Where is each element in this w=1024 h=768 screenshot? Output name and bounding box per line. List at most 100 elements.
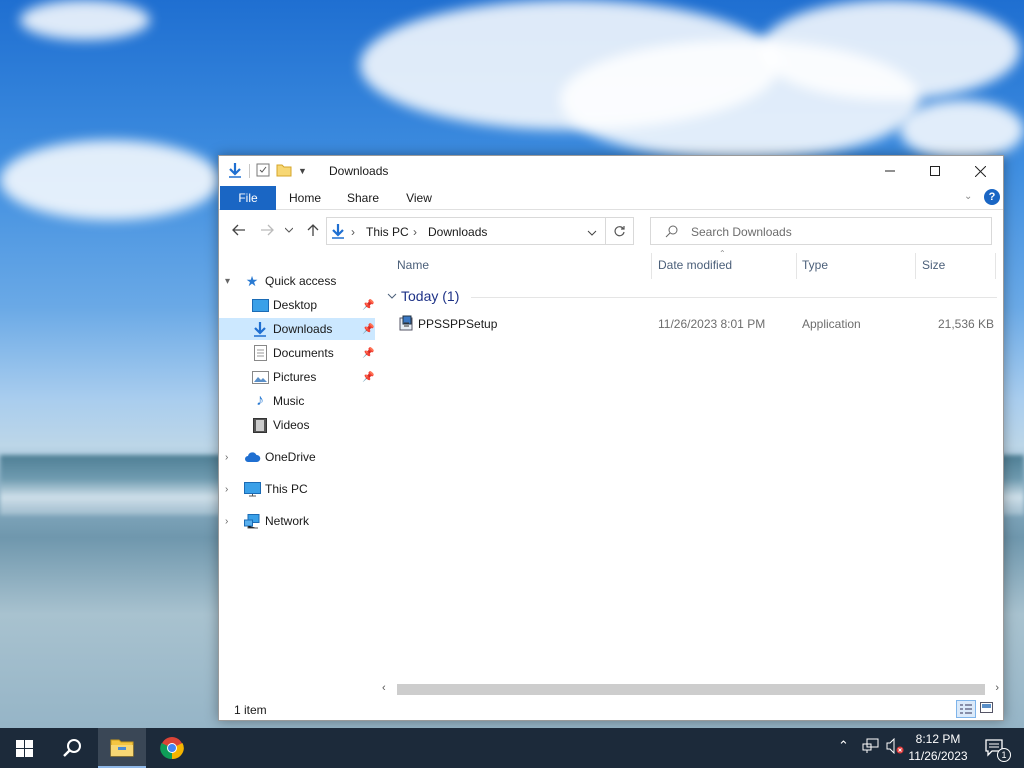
new-folder-icon[interactable] xyxy=(276,163,292,180)
network-tray-icon[interactable] xyxy=(862,738,879,757)
recent-locations-button[interactable] xyxy=(282,220,296,240)
file-explorer-window: ▼ Downloads File Home Share View ⌄ ? › T… xyxy=(218,155,1004,721)
music-icon: ♪ xyxy=(256,392,264,409)
horizontal-scrollbar[interactable]: ‹ › xyxy=(379,681,1003,698)
ribbon-tabs: File Home Share View ⌄ ? xyxy=(219,186,1003,210)
computer-icon xyxy=(243,481,261,497)
file-explorer-taskbar-button[interactable] xyxy=(98,728,146,768)
properties-icon[interactable] xyxy=(256,163,270,180)
file-date: 11/26/2023 8:01 PM xyxy=(658,317,766,331)
chevron-right-icon[interactable]: › xyxy=(225,516,228,527)
sidebar-item-label: Quick access xyxy=(265,274,337,288)
tab-share[interactable]: Share xyxy=(341,186,385,210)
column-header-type[interactable]: Type xyxy=(802,249,828,281)
sidebar-item-music[interactable]: ♪ Music xyxy=(219,390,375,412)
pin-icon[interactable]: 📌 xyxy=(362,300,374,311)
sidebar-item-onedrive[interactable]: › OneDrive xyxy=(219,446,375,468)
group-header[interactable]: Today (1) xyxy=(385,287,997,307)
minimize-button[interactable] xyxy=(867,156,913,186)
sidebar-item-videos[interactable]: Videos xyxy=(219,414,375,436)
maximize-button[interactable] xyxy=(912,156,958,186)
back-button[interactable] xyxy=(229,220,249,240)
column-separator[interactable] xyxy=(915,253,916,279)
column-separator[interactable] xyxy=(995,253,996,279)
download-arrow-icon[interactable] xyxy=(227,162,243,181)
table-row[interactable]: PPSSPPSetup 11/26/2023 8:01 PM Applicati… xyxy=(385,313,997,335)
scrollbar-thumb[interactable] xyxy=(397,684,985,695)
file-name: PPSSPPSetup xyxy=(418,317,498,331)
column-separator[interactable] xyxy=(651,253,652,279)
ribbon-expand-icon[interactable]: ⌄ xyxy=(964,191,972,202)
start-button[interactable] xyxy=(0,728,48,768)
group-label: Today (1) xyxy=(401,288,460,304)
sidebar-item-network[interactable]: › Network xyxy=(219,510,375,532)
cloud-icon xyxy=(243,449,261,465)
column-header-size[interactable]: Size xyxy=(922,249,945,281)
pin-icon[interactable]: 📌 xyxy=(362,372,374,383)
qat-dropdown-icon[interactable]: ▼ xyxy=(298,166,307,176)
sidebar-item-label: Desktop xyxy=(273,298,318,312)
sidebar-item-downloads[interactable]: Downloads 📌 xyxy=(219,318,375,340)
tab-file[interactable]: File xyxy=(220,186,276,210)
videos-icon xyxy=(251,417,269,433)
column-header-name[interactable]: Name xyxy=(397,249,429,281)
sidebar-item-documents[interactable]: Documents 📌 xyxy=(219,342,375,364)
sidebar-item-desktop[interactable]: Desktop 📌 xyxy=(219,294,375,316)
tab-home[interactable]: Home xyxy=(283,186,327,210)
chevron-right-icon[interactable]: › xyxy=(225,484,228,495)
group-divider xyxy=(471,297,997,298)
documents-icon xyxy=(251,345,269,361)
search-button[interactable] xyxy=(48,728,96,768)
breadcrumb-this-pc[interactable]: This PC xyxy=(366,225,409,239)
column-separator[interactable] xyxy=(796,253,797,279)
sidebar-item-label: Network xyxy=(265,514,310,528)
show-hidden-icons-icon[interactable]: ⌃ xyxy=(838,738,849,754)
desktop-icon xyxy=(251,297,269,313)
clock[interactable]: 8:12 PM 11/26/2023 xyxy=(900,731,976,765)
qat-separator xyxy=(249,164,250,178)
chevron-right-icon[interactable]: › xyxy=(225,452,228,463)
help-icon[interactable]: ? xyxy=(984,189,1000,205)
breadcrumb-separator-icon[interactable]: › xyxy=(413,225,417,239)
quick-access-toolbar: ▼ xyxy=(227,162,307,180)
breadcrumb-downloads[interactable]: Downloads xyxy=(428,225,487,239)
window-title: Downloads xyxy=(329,164,389,178)
close-button[interactable] xyxy=(957,156,1003,186)
search-input[interactable]: Search Downloads xyxy=(691,225,792,239)
chrome-taskbar-button[interactable] xyxy=(148,728,196,768)
up-button[interactable] xyxy=(303,220,323,240)
search-box[interactable]: Search Downloads xyxy=(650,217,992,245)
sort-indicator-icon: ⌃ xyxy=(719,249,726,258)
clock-date: 11/26/2023 xyxy=(908,749,968,763)
sidebar-item-label: Downloads xyxy=(273,322,333,336)
chevron-down-icon[interactable]: ▾ xyxy=(225,276,230,287)
sidebar-item-label: Documents xyxy=(273,346,334,360)
title-bar: ▼ Downloads xyxy=(219,156,1003,186)
network-icon xyxy=(243,513,261,529)
pictures-icon xyxy=(251,369,269,385)
breadcrumb-separator-icon[interactable]: › xyxy=(351,225,355,239)
file-size: 21,536 KB xyxy=(938,317,995,331)
details-view-icon[interactable] xyxy=(956,700,976,718)
pin-icon[interactable]: 📌 xyxy=(362,324,374,335)
tab-view[interactable]: View xyxy=(399,186,439,210)
refresh-button[interactable] xyxy=(606,217,634,245)
sidebar-item-label: Music xyxy=(273,394,305,408)
forward-button[interactable] xyxy=(257,220,277,240)
large-icons-view-icon[interactable] xyxy=(980,702,993,716)
address-bar[interactable]: › This PC › Downloads xyxy=(326,217,606,245)
action-center-button[interactable]: 1 xyxy=(980,728,1024,768)
sidebar-item-this-pc[interactable]: › This PC xyxy=(219,478,375,500)
pin-icon[interactable]: 📌 xyxy=(362,348,374,359)
scroll-left-icon[interactable]: ‹ xyxy=(382,682,386,694)
sidebar-item-quick-access[interactable]: ▾ ★ Quick access xyxy=(219,270,375,292)
chevron-down-icon[interactable] xyxy=(387,289,397,303)
address-dropdown-icon[interactable] xyxy=(587,226,597,240)
scroll-right-icon[interactable]: › xyxy=(995,682,999,694)
file-list: Name Date modified ⌃ Type Size Today (1)… xyxy=(385,249,997,679)
download-arrow-icon xyxy=(251,321,269,337)
sidebar-item-label: This PC xyxy=(265,482,308,496)
sidebar-item-pictures[interactable]: Pictures 📌 xyxy=(219,366,375,388)
application-icon xyxy=(398,315,414,335)
sidebar-item-label: OneDrive xyxy=(265,450,316,464)
